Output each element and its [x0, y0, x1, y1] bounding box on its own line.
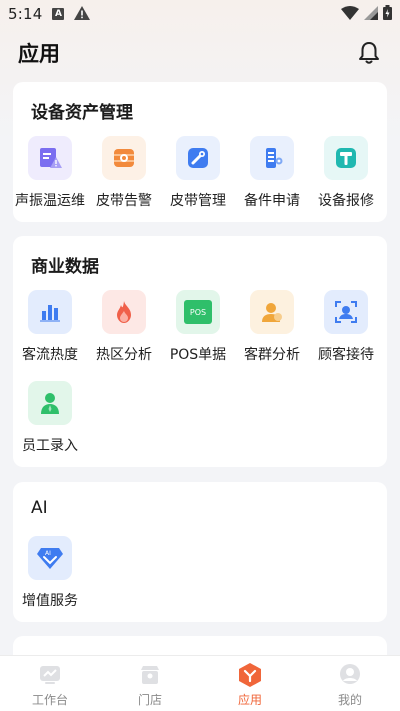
pos-receipt-icon: POS: [176, 290, 220, 334]
belt-manage-icon: [176, 136, 220, 180]
staff-icon: [28, 381, 72, 425]
app-item-label: POS单据: [169, 347, 227, 363]
pos-badge-text: POS: [189, 307, 207, 317]
app-item-label: 增值服务: [22, 593, 78, 609]
tab-label: 应用: [237, 693, 262, 707]
sensor-alert-icon: [28, 136, 72, 180]
tab-label: 门店: [137, 693, 162, 707]
repair-icon: [324, 136, 368, 180]
tab-apps[interactable]: 应用: [200, 656, 300, 711]
page-title: 应用: [18, 42, 60, 66]
belt-alarm-icon: [102, 136, 146, 180]
section-business-data: 商业数据 客流热度 热区分析 POS POS单据 客群分析 顾客接待 员工录入: [13, 236, 387, 467]
section-title: 设备资产管理: [31, 103, 133, 123]
status-time: 5:14: [8, 5, 43, 23]
tab-store[interactable]: 门店: [100, 656, 200, 711]
app-item-label: 备件申请: [244, 193, 300, 209]
app-item-pos-receipt[interactable]: POS POS单据: [161, 290, 235, 364]
tab-label: 工作台: [31, 693, 68, 707]
app-item-hotzone-analysis[interactable]: 热区分析: [87, 290, 161, 364]
warning-icon: [74, 5, 91, 24]
app-item-label: 皮带管理: [170, 193, 226, 209]
app-item-label: 员工录入: [22, 438, 78, 454]
customer-group-icon: [250, 290, 294, 334]
status-bar: 5:14 A: [0, 0, 400, 28]
app-item-repair[interactable]: 设备报修: [309, 136, 383, 210]
section-title: AI: [31, 498, 48, 518]
app-item-sensor-maintenance[interactable]: 声振温运维: [13, 136, 87, 210]
app-item-label: 设备报修: [318, 193, 374, 209]
app-item-customer-group[interactable]: 客群分析: [235, 290, 309, 364]
bottom-tab-bar: 工作台 门店 应用 我的: [0, 655, 400, 711]
app-item-label: 声振温运维: [15, 193, 85, 209]
section-device-assets: 设备资产管理 声振温运维 皮带告警 皮带管理 备件申请 设备报修: [13, 82, 387, 222]
app-item-belt-alarm[interactable]: 皮带告警: [87, 136, 161, 210]
app-item-label: 客流热度: [22, 347, 78, 363]
app-item-traffic-heat[interactable]: 客流热度: [13, 290, 87, 364]
app-item-label: 热区分析: [96, 347, 152, 363]
app-item-spare-parts[interactable]: 备件申请: [235, 136, 309, 210]
notification-a-icon: A: [52, 8, 65, 20]
workbench-icon: [37, 662, 63, 688]
apps-icon: [237, 662, 263, 688]
app-item-label: 皮带告警: [96, 193, 152, 209]
face-scan-icon: [324, 290, 368, 334]
tab-label: 我的: [337, 693, 362, 707]
wifi-icon: [341, 5, 359, 24]
section-title: 商业数据: [31, 257, 99, 277]
app-item-value-added-service[interactable]: AI 增值服务: [13, 536, 87, 610]
battery-icon: [383, 4, 392, 24]
bell-icon[interactable]: [356, 40, 382, 66]
app-item-label: 客群分析: [244, 347, 300, 363]
tab-profile[interactable]: 我的: [300, 656, 400, 711]
profile-icon: [337, 662, 363, 688]
ai-badge-text: AI: [45, 550, 51, 557]
app-item-staff-entry[interactable]: 员工录入: [13, 381, 87, 455]
spare-parts-icon: [250, 136, 294, 180]
flame-icon: [102, 290, 146, 334]
ai-diamond-icon: AI: [28, 536, 72, 580]
page-header: 应用: [0, 28, 400, 78]
app-item-customer-reception[interactable]: 顾客接待: [309, 290, 383, 364]
app-item-belt-management[interactable]: 皮带管理: [161, 136, 235, 210]
section-ai: AI AI 增值服务: [13, 482, 387, 622]
store-icon: [137, 662, 163, 688]
signal-icon: [364, 5, 378, 24]
bar-chart-icon: [28, 290, 72, 334]
app-item-label: 顾客接待: [318, 347, 374, 363]
tab-workbench[interactable]: 工作台: [0, 656, 100, 711]
